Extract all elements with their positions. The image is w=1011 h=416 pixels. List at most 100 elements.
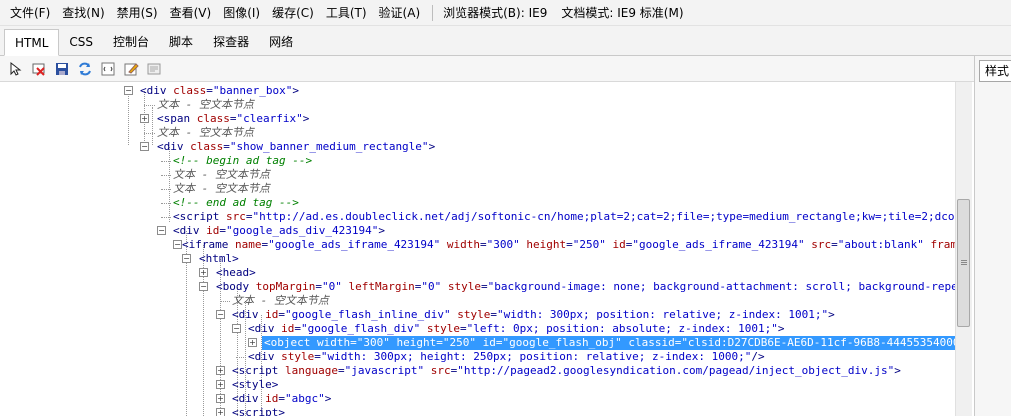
tree-node[interactable]: <!-- end ad tag --> <box>173 196 299 210</box>
node-tag: = <box>219 224 226 237</box>
menu-disable[interactable]: 禁用(S) <box>111 0 164 26</box>
node-attr: classid <box>628 336 675 349</box>
node-tag: <iframe <box>182 238 235 251</box>
node-attr: language <box>284 364 338 377</box>
tree-node[interactable]: <html> <box>199 252 239 266</box>
tree-node[interactable]: <style> <box>232 378 278 392</box>
tree-node[interactable]: <div id="google_flash_div" style="left: … <box>248 322 784 336</box>
tree-guide-line <box>128 91 129 145</box>
tree-node[interactable]: <script> <box>232 406 285 416</box>
node-aval: "abgc" <box>285 392 325 405</box>
expand-toggle-icon[interactable]: + <box>199 268 208 277</box>
node-attr: frameBorder <box>930 238 955 251</box>
menu-separator <box>432 4 434 21</box>
select-element-icon[interactable] <box>6 59 26 79</box>
tab-script[interactable]: 脚本 <box>159 29 203 55</box>
tab-css[interactable]: CSS <box>59 29 103 55</box>
menu-cache[interactable]: 缓存(C) <box>266 0 320 26</box>
tree-node[interactable]: <iframe name="google_ads_iframe_423194" … <box>182 238 955 252</box>
collapse-toggle-icon[interactable]: − <box>157 226 166 235</box>
menu-validate[interactable]: 验证(A) <box>373 0 427 26</box>
node-tag: <head> <box>216 266 256 279</box>
edit-icon[interactable] <box>121 59 141 79</box>
node-tag: <div <box>248 350 282 363</box>
tree-node[interactable]: <script language="javascript" src="http:… <box>232 364 901 378</box>
node-textnode: 文本 - 空文本节点 <box>173 182 270 195</box>
tree-node[interactable]: <!-- begin ad tag --> <box>173 154 312 168</box>
tree-node[interactable]: <div id="google_flash_inline_div" style=… <box>232 308 835 322</box>
tab-console[interactable]: 控制台 <box>103 29 159 55</box>
tree-node[interactable]: <div id="abgc"> <box>232 392 331 406</box>
style-pane: 样式 <box>974 56 1011 416</box>
node-tag: <div <box>248 322 282 335</box>
tab-network[interactable]: 网络 <box>259 29 303 55</box>
scrollbar-thumb[interactable] <box>957 199 970 327</box>
tree-node[interactable]: 文本 - 空文本节点 <box>157 98 254 112</box>
node-tag: > <box>292 84 299 97</box>
tree-node[interactable]: <div id="google_ads_div_423194"> <box>173 224 385 238</box>
node-attr: class <box>190 140 224 153</box>
menu-images[interactable]: 图像(I) <box>217 0 266 26</box>
menu-file[interactable]: 文件(F) <box>4 0 56 26</box>
tree-node[interactable]: 文本 - 空文本节点 <box>232 294 329 308</box>
tree-node[interactable]: 文本 - 空文本节点 <box>173 168 270 182</box>
menu-find[interactable]: 查找(N) <box>56 0 110 26</box>
save-icon[interactable] <box>52 59 72 79</box>
node-attr: height <box>396 336 437 349</box>
collapse-toggle-icon[interactable]: − <box>216 310 225 319</box>
collapse-toggle-icon[interactable]: − <box>140 142 149 151</box>
node-tag: /> <box>751 350 765 363</box>
menu-bar: 文件(F) 查找(N) 禁用(S) 查看(V) 图像(I) 缓存(C) 工具(T… <box>0 0 1011 26</box>
tree-node[interactable]: <head> <box>216 266 256 280</box>
node-tag: <script <box>173 210 226 223</box>
expand-toggle-icon[interactable]: + <box>216 366 225 375</box>
menu-tools[interactable]: 工具(T) <box>320 0 373 26</box>
tab-profiler[interactable]: 探查器 <box>203 29 259 55</box>
dom-page-icon[interactable] <box>144 59 164 79</box>
node-aval: "clearfix" <box>236 112 303 125</box>
node-aval: "about:blank" <box>837 238 924 251</box>
tree-node[interactable]: <div style="width: 300px; height: 250px;… <box>248 350 765 364</box>
tab-html[interactable]: HTML <box>4 29 60 56</box>
tree-node[interactable]: 文本 - 空文本节点 <box>173 182 270 196</box>
node-aval: "http://pagead2.googlesyndication.com/pa… <box>457 364 895 377</box>
tree-node[interactable]: <script src="http://ad.es.doubleclick.ne… <box>173 210 955 224</box>
clear-highlight-icon[interactable] <box>29 59 49 79</box>
node-attr: id <box>265 308 279 321</box>
collapse-toggle-icon[interactable]: − <box>232 324 241 333</box>
node-tag: <div <box>140 84 174 97</box>
tree-node[interactable]: 文本 - 空文本节点 <box>157 126 254 140</box>
node-tag: = <box>350 336 357 349</box>
tree-guide-line <box>161 203 171 204</box>
toolbar <box>0 56 1011 82</box>
expand-toggle-icon[interactable]: + <box>140 114 149 123</box>
collapse-toggle-icon[interactable]: − <box>199 282 208 291</box>
tree-node[interactable]: <object width="300" height="250" id="goo… <box>262 336 955 350</box>
expand-toggle-icon[interactable]: + <box>216 380 225 389</box>
tree-node[interactable]: <div class="banner_box"> <box>140 84 299 98</box>
collapse-toggle-icon[interactable]: − <box>173 240 182 249</box>
node-attr: id <box>265 392 279 405</box>
document-mode-menu[interactable]: 文档模式: IE9 标准(M) <box>557 0 687 26</box>
menu-view[interactable]: 查看(V) <box>164 0 218 26</box>
tab-style[interactable]: 样式 <box>979 60 1011 82</box>
node-aval: "google_ads_div_423194" <box>226 224 379 237</box>
word-wrap-icon[interactable] <box>98 59 118 79</box>
node-tag: <object <box>264 336 317 349</box>
node-aval: "google_flash_inline_div" <box>285 308 451 321</box>
collapse-toggle-icon[interactable]: − <box>124 86 133 95</box>
node-tag <box>441 280 448 293</box>
browser-mode-menu[interactable]: 浏览器模式(B): IE9 <box>439 0 551 26</box>
refresh-icon[interactable] <box>75 59 95 79</box>
expand-toggle-icon[interactable]: + <box>216 408 225 416</box>
collapse-toggle-icon[interactable]: − <box>182 254 191 263</box>
tree-node[interactable]: <div class="show_banner_medium_rectangle… <box>157 140 435 154</box>
expand-toggle-icon[interactable]: + <box>248 338 257 347</box>
node-tag: = <box>229 112 237 125</box>
expand-toggle-icon[interactable]: + <box>216 394 225 403</box>
node-tag: <div <box>232 308 266 321</box>
tree-node[interactable]: <body topMargin="0" leftMargin="0" style… <box>216 280 955 294</box>
node-tag: <script> <box>232 406 285 416</box>
node-tag: = <box>278 308 285 321</box>
tree-node[interactable]: <span class="clearfix"> <box>157 112 309 126</box>
